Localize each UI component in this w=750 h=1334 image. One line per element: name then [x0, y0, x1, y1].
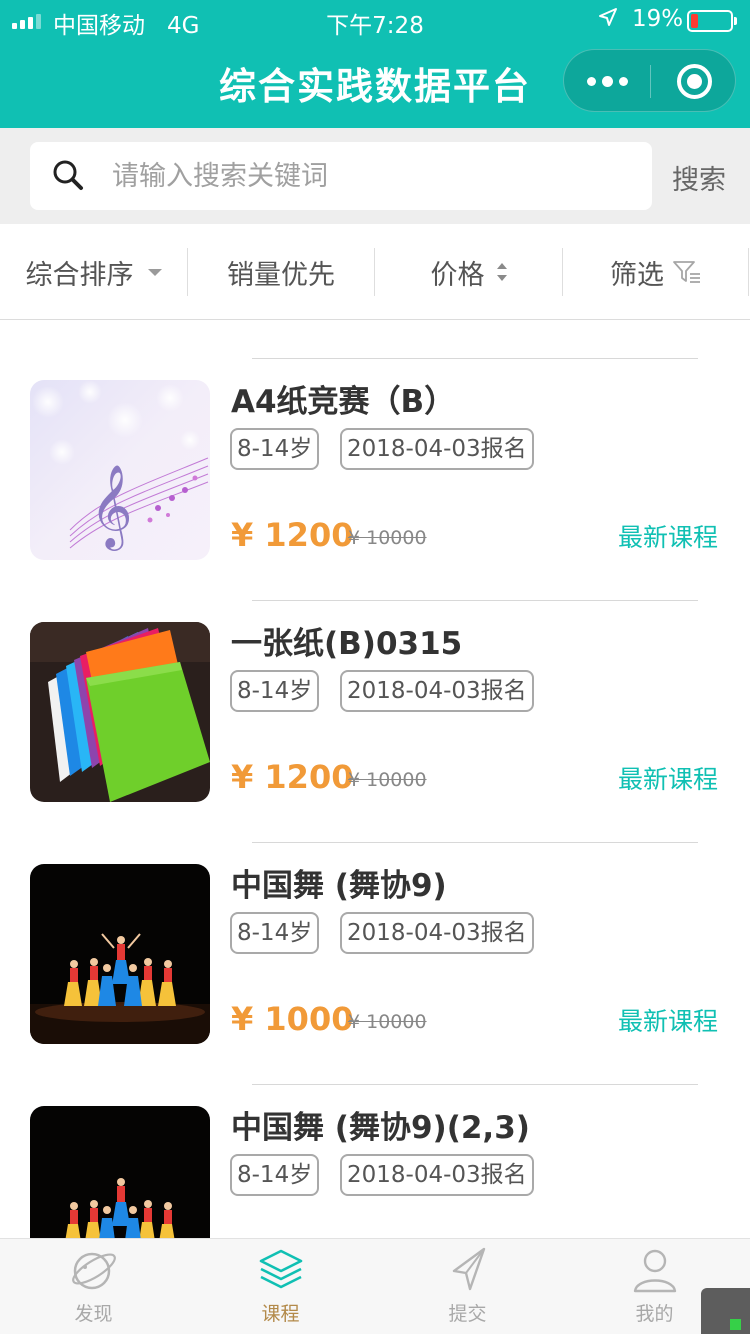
- course-card[interactable]: 𝄞 A4纸竞赛（B） 8-14岁 2018-04-03报名 ¥ 1200 ¥ 1…: [0, 320, 750, 562]
- search-box[interactable]: [30, 142, 652, 210]
- tab-label: 发现: [74, 1303, 113, 1325]
- colored-paper-image: [30, 622, 210, 802]
- age-tag: 8-14岁: [230, 1154, 320, 1196]
- course-title: A4纸竞赛（B）: [231, 384, 456, 420]
- filter-screen[interactable]: 筛选: [563, 248, 749, 296]
- top-bar: 中国移动 4G 下午7:28 19% 综合实践数据平台: [0, 0, 750, 128]
- price: ¥ 1000: [231, 1000, 354, 1038]
- price: ¥ 1200: [231, 516, 354, 554]
- original-price: ¥ 10000: [348, 769, 427, 791]
- search-icon: [53, 160, 83, 190]
- latest-course-link[interactable]: 最新课程: [618, 760, 718, 796]
- original-price: ¥ 10000: [348, 527, 427, 549]
- filter-divider: [748, 248, 749, 296]
- age-tag: 8-14岁: [230, 912, 320, 954]
- search-button[interactable]: 搜索: [672, 158, 726, 197]
- tab-submit[interactable]: 提交: [374, 1239, 561, 1334]
- course-title: 一张纸(B)0315: [231, 626, 463, 662]
- course-card[interactable]: 中国舞 (舞协9)(2,3) 8-14岁 2018-04-03报名: [0, 1046, 750, 1238]
- filter-label: 综合排序: [25, 259, 134, 291]
- price: ¥ 1200: [231, 758, 354, 796]
- course-list: 𝄞 A4纸竞赛（B） 8-14岁 2018-04-03报名 ¥ 1200 ¥ 1…: [0, 320, 750, 1238]
- capsule-divider: [650, 65, 651, 98]
- course-card[interactable]: 一张纸(B)0315 8-14岁 2018-04-03报名 ¥ 1200 ¥ 1…: [0, 562, 750, 804]
- battery-percent: 19%: [632, 6, 684, 32]
- course-card[interactable]: 中国舞 (舞协9) 8-14岁 2018-04-03报名 ¥ 1000 ¥ 10…: [0, 804, 750, 1046]
- original-price: ¥ 10000: [348, 1011, 427, 1033]
- caret-down-icon: [147, 268, 162, 276]
- filter-price[interactable]: 价格: [375, 248, 562, 296]
- search-bar: 搜索: [0, 128, 750, 224]
- svg-text:𝄞: 𝄞: [90, 463, 133, 551]
- location-arrow-icon: [598, 7, 618, 33]
- age-tag: 8-14岁: [230, 428, 320, 470]
- tab-courses[interactable]: 课程: [187, 1239, 374, 1334]
- divider: [252, 600, 698, 601]
- mini-program-capsule: [563, 49, 736, 112]
- sort-updown-icon: [496, 263, 507, 281]
- filter-sales-first[interactable]: 销量优先: [188, 248, 374, 296]
- divider: [252, 1084, 698, 1085]
- battery-icon: [687, 10, 737, 32]
- music-notes-image: 𝄞: [30, 380, 210, 560]
- tab-label: 课程: [261, 1303, 300, 1325]
- tab-discover[interactable]: 发现: [0, 1239, 187, 1334]
- enroll-date-tag: 2018-04-03报名: [340, 428, 534, 470]
- paper-plane-icon: [452, 1247, 486, 1291]
- target-close-icon[interactable]: [677, 64, 712, 99]
- layers-icon: [259, 1249, 303, 1289]
- divider: [252, 842, 698, 843]
- battery-level: [691, 14, 698, 28]
- user-icon: [633, 1249, 677, 1293]
- filter-label: 价格: [430, 259, 485, 291]
- course-title: 中国舞 (舞协9): [231, 868, 447, 904]
- filter-label: 筛选: [610, 259, 664, 291]
- enroll-date-tag: 2018-04-03报名: [340, 670, 534, 712]
- enroll-date-tag: 2018-04-03报名: [340, 1154, 534, 1196]
- dance-stage-image: [30, 864, 210, 1044]
- age-tag: 8-14岁: [230, 670, 320, 712]
- divider: [252, 358, 698, 359]
- filter-label: 销量优先: [227, 259, 335, 291]
- filter-comprehensive-sort[interactable]: 综合排序: [0, 248, 187, 296]
- course-title: 中国舞 (舞协9)(2,3): [231, 1110, 530, 1146]
- floating-debug-button[interactable]: [701, 1288, 750, 1334]
- dance-stage-image: [30, 1106, 210, 1238]
- status-dot-icon: [730, 1319, 741, 1330]
- status-bar: 中国移动 4G 下午7:28 19%: [0, 0, 750, 40]
- tab-label: 提交: [448, 1303, 487, 1325]
- tab-bar: 发现 课程 提交 我的: [0, 1238, 750, 1334]
- funnel-icon: [673, 261, 700, 283]
- planet-icon: [72, 1252, 116, 1290]
- latest-course-link[interactable]: 最新课程: [618, 1002, 718, 1038]
- filter-bar: 综合排序 销量优先 价格 筛选: [0, 224, 750, 320]
- enroll-date-tag: 2018-04-03报名: [340, 912, 534, 954]
- latest-course-link[interactable]: 最新课程: [618, 518, 718, 554]
- search-input[interactable]: [112, 142, 632, 210]
- more-dots-icon[interactable]: [564, 50, 650, 113]
